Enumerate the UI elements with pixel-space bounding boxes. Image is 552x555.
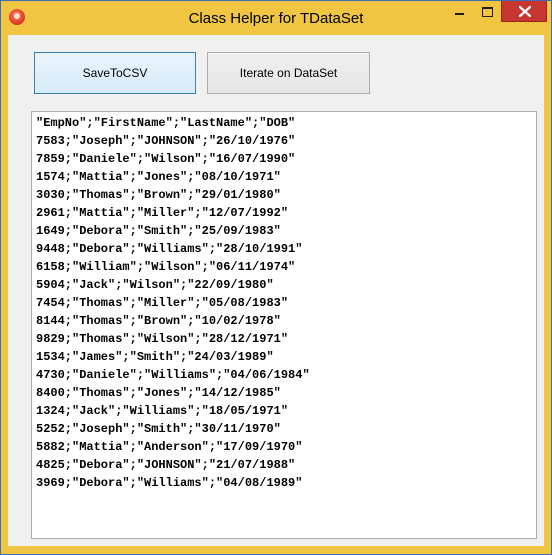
memo-line: 3030;"Thomas";"Brown";"29/01/1980" (36, 188, 281, 202)
memo-line: 8144;"Thomas";"Brown";"10/02/1978" (36, 314, 281, 328)
minimize-icon[interactable] (446, 3, 472, 23)
memo-line: 1649;"Debora";"Smith";"25/09/1983" (36, 224, 281, 238)
memo-line: 1324;"Jack";"Williams";"18/05/1971" (36, 404, 289, 418)
iterate-on-dataset-button[interactable]: Iterate on DataSet (207, 52, 370, 94)
memo-line: 3969;"Debora";"Williams";"04/08/1989" (36, 476, 303, 490)
memo-line: 8400;"Thomas";"Jones";"14/12/1985" (36, 386, 281, 400)
output-memo[interactable]: "EmpNo";"FirstName";"LastName";"DOB" 7583… (31, 111, 537, 539)
memo-line: 1534;"James";"Smith";"24/03/1989" (36, 350, 274, 364)
memo-line: 1574;"Mattia";"Jones";"08/10/1971" (36, 170, 281, 184)
memo-line: 5252;"Joseph";"Smith";"30/11/1970" (36, 422, 281, 436)
memo-line: 9448;"Debora";"Williams";"28/10/1991" (36, 242, 303, 256)
memo-line: 2961;"Mattia";"Miller";"12/07/1992" (36, 206, 289, 220)
memo-line: "EmpNo";"FirstName";"LastName";"DOB" (36, 116, 296, 130)
memo-line: 7454;"Thomas";"Miller";"05/08/1983" (36, 296, 289, 310)
memo-line: 7583;"Joseph";"JOHNSON";"26/10/1976" (36, 134, 296, 148)
title-bar[interactable]: Class Helper for TDataSet (1, 1, 551, 35)
memo-line: 9829;"Thomas";"Wilson";"28/12/1971" (36, 332, 289, 346)
close-icon[interactable] (501, 1, 547, 22)
memo-line: 5882;"Mattia";"Anderson";"17/09/1970" (36, 440, 303, 454)
memo-line: 4825;"Debora";"JOHNSON";"21/07/1988" (36, 458, 296, 472)
memo-line: 4730;"Daniele";"Williams";"04/06/1984" (36, 368, 310, 382)
maximize-icon[interactable] (474, 3, 500, 23)
memo-line: 7859;"Daniele";"Wilson";"16/07/1990" (36, 152, 296, 166)
memo-line: 6158;"William";"Wilson";"06/11/1974" (36, 260, 296, 274)
memo-line: 5904;"Jack";"Wilson";"22/09/1980" (36, 278, 274, 292)
save-to-csv-button[interactable]: SaveToCSV (34, 52, 196, 94)
